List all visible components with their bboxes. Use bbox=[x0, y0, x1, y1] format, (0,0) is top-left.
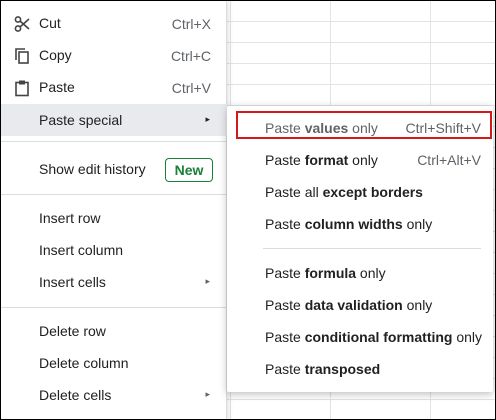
menu-item-label: Paste bbox=[39, 79, 75, 95]
menu-item-label: Delete column bbox=[39, 355, 129, 371]
submenu-item-paste-formula[interactable]: Paste formula only bbox=[227, 256, 493, 288]
submenu-item-label: Paste transposed bbox=[265, 361, 381, 377]
submenu-item-label: Paste all except borders bbox=[265, 184, 423, 200]
menu-item-label: Insert cells bbox=[39, 274, 106, 290]
copy-icon bbox=[13, 47, 31, 65]
menu-item-copy[interactable]: Copy Ctrl+C bbox=[1, 39, 227, 71]
submenu-item-label: Paste format only bbox=[265, 152, 378, 168]
scissors-icon bbox=[13, 15, 31, 33]
submenu-arrow-icon: ▸ bbox=[205, 114, 210, 124]
submenu-item-paste-conditional-formatting[interactable]: Paste conditional formatting only bbox=[227, 320, 493, 352]
menu-divider bbox=[1, 141, 227, 142]
submenu-item-paste-except-borders[interactable]: Paste all except borders bbox=[227, 175, 493, 207]
menu-item-label: Insert row bbox=[39, 210, 101, 226]
menu-divider bbox=[1, 307, 227, 308]
menu-item-paste-special[interactable]: Paste special ▸ bbox=[1, 104, 227, 136]
submenu-item-label: Paste column widths only bbox=[265, 216, 433, 232]
menu-item-label: Paste special bbox=[39, 112, 123, 128]
submenu-item-label: Paste formula only bbox=[265, 265, 386, 281]
shortcut-text: Ctrl+V bbox=[171, 80, 211, 96]
menu-item-label: Copy bbox=[39, 47, 72, 63]
submenu-item-paste-transposed[interactable]: Paste transposed bbox=[227, 352, 493, 384]
submenu-item-paste-values[interactable]: Paste values only Ctrl+Shift+V bbox=[227, 111, 493, 143]
submenu-item-paste-column-widths[interactable]: Paste column widths only bbox=[227, 207, 493, 239]
submenu-item-label: Paste values only bbox=[265, 120, 378, 136]
context-menu: Cut Ctrl+X Copy Ctrl+C Paste Ctrl+V Past… bbox=[1, 0, 227, 419]
menu-item-insert-column[interactable]: Insert column bbox=[1, 234, 227, 266]
clipboard-icon bbox=[13, 79, 31, 97]
menu-item-paste[interactable]: Paste Ctrl+V bbox=[1, 71, 227, 103]
menu-item-insert-row[interactable]: Insert row bbox=[1, 202, 227, 234]
menu-item-label: Delete row bbox=[39, 323, 106, 339]
menu-item-delete-column[interactable]: Delete column bbox=[1, 347, 227, 379]
menu-item-insert-cells[interactable]: Insert cells ▸ bbox=[1, 266, 227, 298]
menu-divider bbox=[1, 194, 227, 195]
menu-item-delete-cells[interactable]: Delete cells ▸ bbox=[1, 379, 227, 411]
submenu-item-paste-data-validation[interactable]: Paste data validation only bbox=[227, 288, 493, 320]
menu-item-delete-row[interactable]: Delete row bbox=[1, 315, 227, 347]
submenu-item-label: Paste conditional formatting only bbox=[265, 329, 483, 345]
menu-item-cut[interactable]: Cut Ctrl+X bbox=[1, 7, 227, 39]
submenu-item-paste-format[interactable]: Paste format only Ctrl+Alt+V bbox=[227, 143, 493, 175]
new-badge: New bbox=[165, 158, 213, 182]
menu-item-show-edit-history[interactable]: Show edit history New bbox=[1, 153, 227, 185]
shortcut-text: Ctrl+Shift+V bbox=[405, 120, 481, 136]
submenu-divider bbox=[263, 248, 481, 249]
menu-item-label: Delete cells bbox=[39, 387, 112, 403]
shortcut-text: Ctrl+Alt+V bbox=[417, 152, 481, 168]
menu-item-label: Show edit history bbox=[39, 161, 146, 177]
submenu-arrow-icon: ▸ bbox=[205, 389, 210, 399]
shortcut-text: Ctrl+X bbox=[171, 16, 211, 32]
shortcut-text: Ctrl+C bbox=[170, 48, 211, 64]
menu-item-label: Cut bbox=[39, 15, 61, 31]
submenu-arrow-icon: ▸ bbox=[205, 276, 210, 286]
submenu-item-label: Paste data validation only bbox=[265, 297, 433, 313]
paste-special-submenu: Paste values only Ctrl+Shift+V Paste for… bbox=[227, 106, 493, 392]
menu-item-label: Insert column bbox=[39, 242, 124, 258]
